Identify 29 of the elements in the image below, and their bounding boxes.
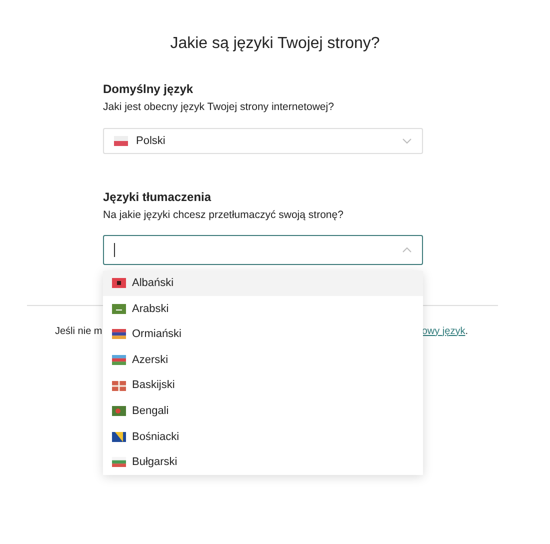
field-label: Języki tłumaczenia — [103, 188, 212, 206]
footer-link[interactable]: owy język — [422, 326, 466, 336]
field-hint: Na jakie języki chcesz przetłumaczyć swoją stronę? — [103, 208, 344, 223]
flag-icon — [112, 329, 126, 340]
chevron-up-icon — [402, 246, 412, 252]
language-option[interactable]: Bengali — [103, 398, 423, 424]
field-hint: Jaki jest obecny język Twojej strony internetowej? — [103, 100, 335, 115]
flag-icon — [112, 278, 126, 288]
footer-text: Jeśli nie m — [55, 324, 102, 338]
language-option[interactable]: Bułgarski — [103, 450, 423, 476]
page-title: Jakie są języki Twojej strony? — [169, 34, 381, 54]
language-option[interactable]: Ormiański — [103, 322, 423, 348]
flag-icon — [112, 380, 126, 391]
flag-icon — [112, 304, 126, 314]
language-option[interactable]: Arabski — [103, 296, 423, 322]
language-option[interactable]: Azerski — [103, 347, 423, 373]
chevron-down-icon — [402, 138, 412, 144]
flag-icon — [112, 355, 126, 366]
flag-icon — [114, 136, 128, 146]
flag-icon — [112, 432, 126, 442]
flag-icon — [112, 406, 126, 416]
language-option[interactable]: Baskijski — [103, 372, 423, 398]
field-label: Domyślny język — [103, 81, 194, 98]
language-option[interactable]: Albański — [103, 270, 423, 296]
flag-icon — [112, 457, 126, 468]
language-search-field[interactable] — [103, 234, 423, 264]
footer-text: owy język. — [422, 324, 468, 338]
language-option[interactable]: Bośniacki — [103, 424, 423, 450]
language-select[interactable]: Polski — [103, 128, 423, 154]
